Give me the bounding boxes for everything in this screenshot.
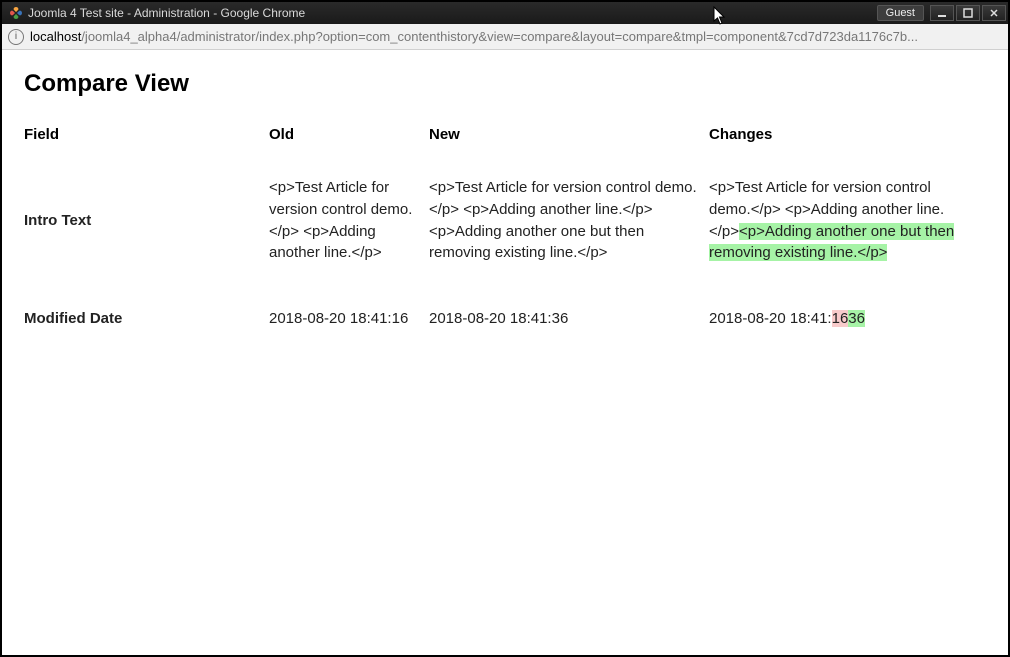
- address-bar[interactable]: i localhost/joomla4_alpha4/administrator…: [2, 24, 1008, 50]
- changes-value: 2018-08-20 18:41:1636: [709, 294, 984, 360]
- new-value: 2018-08-20 18:41:36: [429, 294, 709, 360]
- diff-added: 36: [848, 310, 865, 327]
- page-content: Compare View Field Old New Changes Intro…: [2, 50, 1008, 655]
- col-field: Field: [24, 122, 269, 163]
- table-row: Modified Date 2018-08-20 18:41:16 2018-0…: [24, 294, 984, 360]
- col-new: New: [429, 122, 709, 163]
- old-value: 2018-08-20 18:41:16: [269, 294, 429, 360]
- url-path: /joomla4_alpha4/administrator/index.php?…: [81, 29, 918, 44]
- col-old: Old: [269, 122, 429, 163]
- new-value: <p>Test Article for version control demo…: [429, 163, 709, 294]
- field-label: Intro Text: [24, 163, 269, 294]
- maximize-button[interactable]: [956, 5, 980, 21]
- guest-badge[interactable]: Guest: [877, 5, 924, 21]
- diff-unchanged: 2018-08-20 18:41:: [709, 310, 832, 327]
- changes-value: <p>Test Article for version control demo…: [709, 163, 984, 294]
- page-title: Compare View: [24, 70, 998, 98]
- diff-deleted: 16: [832, 310, 849, 327]
- table-row: Intro Text <p>Test Article for version c…: [24, 163, 984, 294]
- url-text: localhost/joomla4_alpha4/administrator/i…: [30, 29, 1004, 44]
- field-label: Modified Date: [24, 294, 269, 360]
- close-button[interactable]: [982, 5, 1006, 21]
- compare-table: Field Old New Changes Intro Text <p>Test…: [24, 122, 984, 360]
- col-changes: Changes: [709, 122, 984, 163]
- window-titlebar: Joomla 4 Test site - Administration - Go…: [2, 2, 1008, 24]
- joomla-icon: [8, 5, 24, 21]
- diff-added: <p>Adding another one but then removing …: [709, 223, 954, 262]
- site-info-icon[interactable]: i: [8, 29, 24, 45]
- table-header-row: Field Old New Changes: [24, 122, 984, 163]
- old-value: <p>Test Article for version control demo…: [269, 163, 429, 294]
- window-title: Joomla 4 Test site - Administration - Go…: [28, 6, 877, 20]
- minimize-button[interactable]: [930, 5, 954, 21]
- url-host: localhost: [30, 29, 81, 44]
